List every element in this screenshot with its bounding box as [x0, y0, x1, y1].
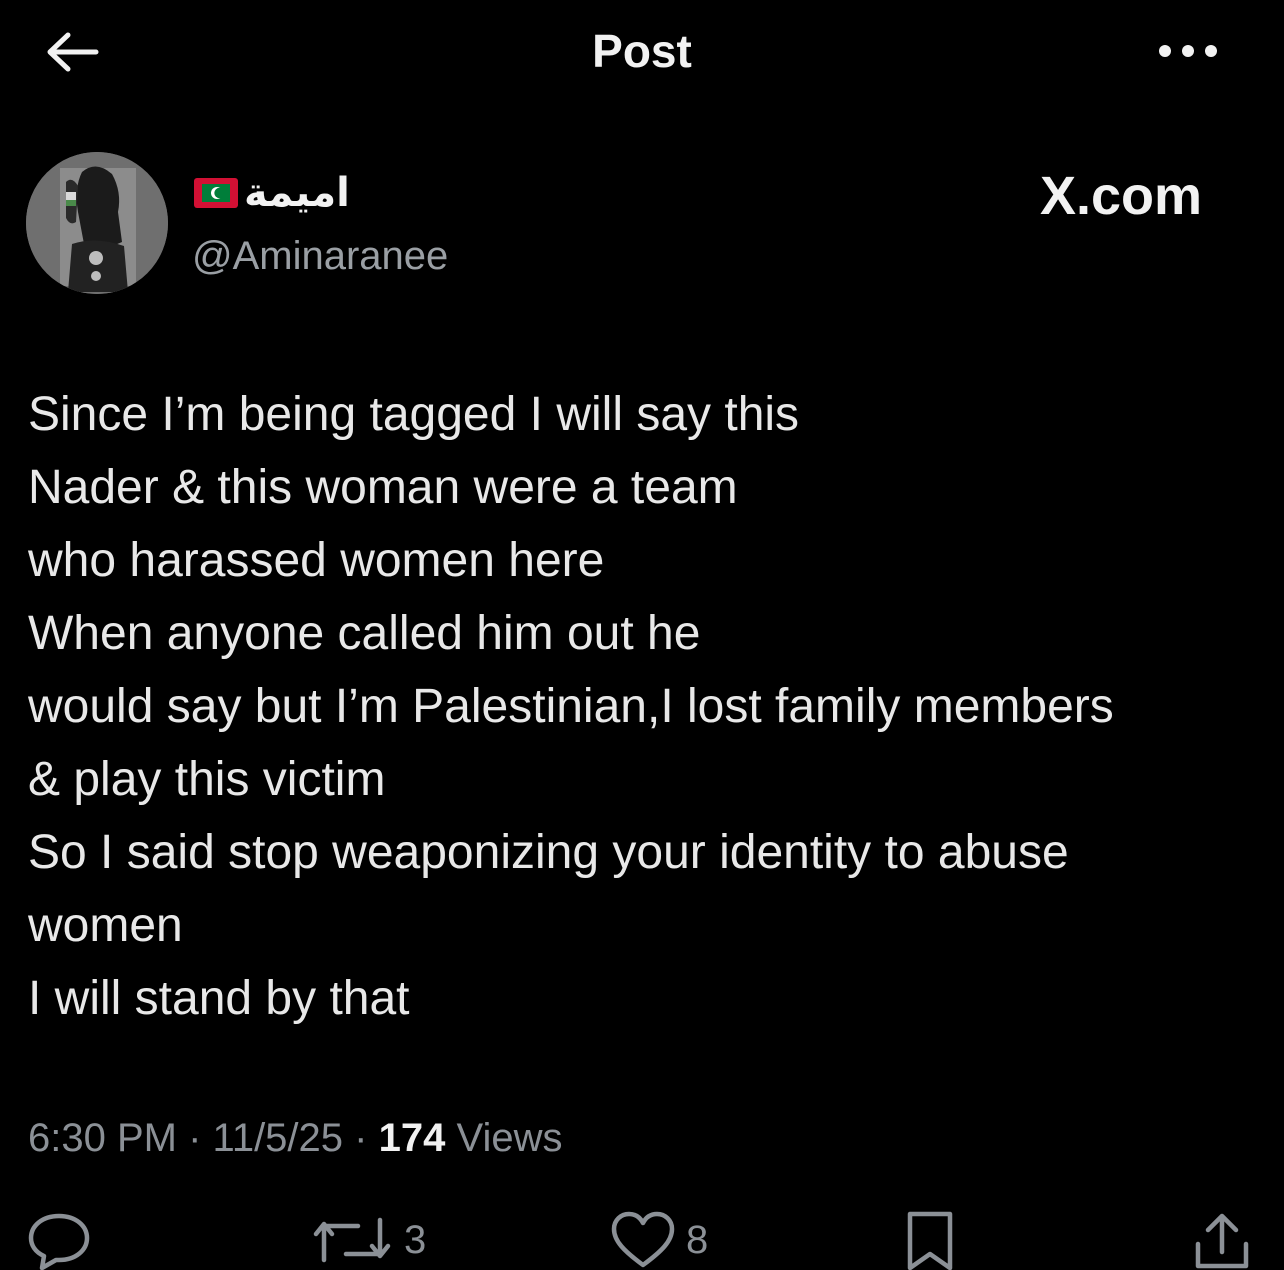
top-bar: Post	[0, 0, 1284, 100]
tweet-line: & play this victim	[28, 753, 386, 806]
tweet-line: Since I’m being tagged I will say this	[28, 388, 800, 441]
repost-count: 3	[404, 1217, 427, 1262]
reply-icon	[28, 1213, 90, 1270]
bookmark-button[interactable]	[900, 1210, 960, 1270]
share-icon	[1195, 1213, 1249, 1269]
like-count: 8	[686, 1217, 709, 1262]
maldives-flag-icon	[194, 178, 238, 208]
action-bar: 3 8	[0, 1200, 1284, 1270]
tweet-meta: 6:30 PM · 11/5/25 · 174 Views	[28, 1112, 562, 1164]
display-name-text: اميمة	[244, 171, 350, 215]
tweet-line: women	[28, 899, 183, 952]
reply-button[interactable]	[26, 1210, 92, 1270]
repost-button[interactable]: 3	[310, 1210, 426, 1270]
meta-separator: ·	[354, 1116, 368, 1160]
bookmark-icon	[907, 1211, 953, 1270]
author-block: اميمة @Aminaranee	[26, 152, 726, 296]
tweet-line: who harassed women here	[28, 534, 605, 587]
views-count[interactable]: 174	[379, 1116, 446, 1160]
meta-separator: ·	[188, 1116, 202, 1160]
more-horizontal-icon	[1159, 45, 1217, 57]
avatar[interactable]	[26, 152, 168, 294]
page-title: Post	[592, 25, 692, 77]
repost-icon	[313, 1217, 391, 1263]
tweet-line: So I said stop weaponizing your identity…	[28, 826, 1069, 879]
author-display-name[interactable]: اميمة	[194, 168, 350, 218]
heart-icon	[611, 1211, 675, 1268]
share-button[interactable]	[1190, 1210, 1254, 1270]
tweet-text: Since I’m being tagged I will say this N…	[28, 378, 1268, 1035]
views-label: Views	[456, 1116, 563, 1160]
more-button[interactable]	[1148, 24, 1228, 78]
like-button[interactable]: 8	[610, 1210, 708, 1270]
tweet-line: I will stand by that	[28, 972, 410, 1025]
post-date[interactable]: 11/5/25	[213, 1116, 344, 1160]
tweet-line: would say but I’m Palestinian,I lost fam…	[28, 680, 1114, 733]
post-time[interactable]: 6:30 PM	[28, 1116, 177, 1160]
tweet-line: When anyone called him out he	[28, 607, 701, 660]
avatar-photo	[26, 152, 168, 294]
tweet-line: Nader & this woman were a team	[28, 461, 738, 514]
brand-watermark: X.com	[1040, 166, 1203, 226]
author-handle[interactable]: @Aminaranee	[192, 232, 448, 280]
